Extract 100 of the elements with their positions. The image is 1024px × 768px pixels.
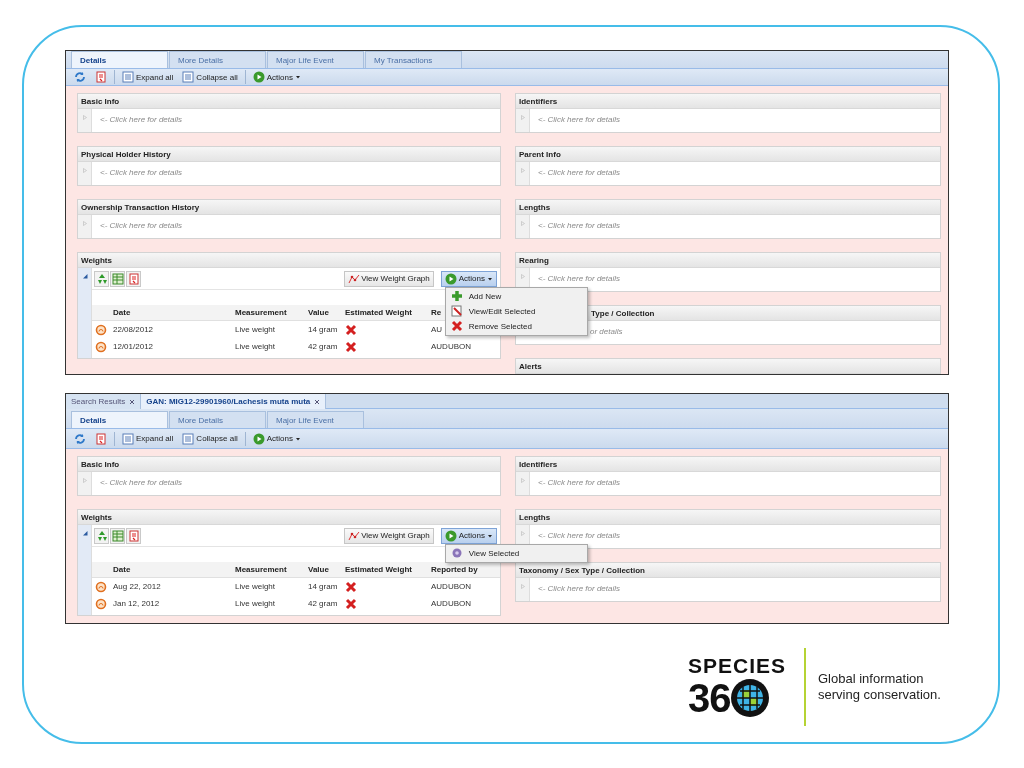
- actions-button[interactable]: Actions: [250, 430, 303, 447]
- details-hint[interactable]: <- Click here for details: [100, 168, 183, 177]
- table-cell: AUDUBON: [431, 342, 471, 351]
- spreadsheet-icon: [111, 272, 124, 285]
- export-button[interactable]: [110, 270, 125, 287]
- table-cell: 42 gram: [308, 599, 338, 608]
- expand-arrow-icon: [519, 530, 526, 537]
- expand-arrow-icon: [81, 477, 88, 484]
- refresh-icon: [74, 71, 86, 83]
- panel-title: Weights: [81, 512, 112, 522]
- recycle-icon: [95, 529, 108, 542]
- column-header[interactable]: Date: [110, 562, 232, 578]
- menu-item[interactable]: View Selected: [445, 545, 587, 561]
- pdf-icon: [95, 71, 107, 83]
- table-cell: 12/01/2012: [113, 342, 154, 351]
- record-icon: [95, 580, 107, 593]
- table-cell: AU: [431, 325, 443, 334]
- expand-all-button[interactable]: Expand all: [120, 430, 176, 447]
- expand-all-button[interactable]: Expand all: [120, 69, 176, 85]
- graph-button[interactable]: View Weight Graph: [344, 270, 434, 287]
- column-header[interactable]: Measurement: [232, 305, 305, 321]
- panel-title: Ownership Transaction History: [81, 202, 200, 212]
- list-icon: [182, 432, 195, 445]
- actions-button[interactable]: Actions: [250, 69, 303, 85]
- details-hint[interactable]: <- Click here for details: [538, 221, 621, 230]
- table-cell: Live weight: [235, 582, 276, 591]
- menu-item[interactable]: Add New: [445, 288, 587, 304]
- collapse-arrow-icon: [81, 273, 88, 279]
- recycle-icon: [95, 272, 108, 285]
- refresh-button[interactable]: [94, 270, 109, 287]
- pdf-button[interactable]: [93, 69, 109, 85]
- column-header[interactable]: Value: [305, 305, 342, 321]
- panel-title: Type / Collection: [591, 308, 655, 318]
- table-cell: 14 gram: [308, 325, 338, 334]
- close-icon: [314, 398, 321, 405]
- record-icon: [95, 323, 107, 336]
- column-header[interactable]: Estimated Weight: [342, 562, 428, 578]
- plus-icon: [450, 290, 463, 302]
- table-cell: 42 gram: [308, 342, 338, 351]
- globe-icon: [730, 678, 771, 718]
- panel-title: Lengths: [519, 512, 551, 522]
- export-button[interactable]: [110, 527, 125, 544]
- table-cell: Jan 12, 2012: [113, 599, 160, 608]
- tab[interactable]: My Transactions: [365, 51, 462, 68]
- gear-icon: [450, 547, 463, 559]
- details-hint[interactable]: <- Click here for details: [100, 115, 183, 124]
- caret-icon: [487, 275, 493, 282]
- menu-item[interactable]: View/Edit Selected: [445, 303, 587, 319]
- tab[interactable]: Details: [71, 51, 168, 68]
- details-hint[interactable]: or details: [590, 327, 623, 336]
- tab[interactable]: Details: [71, 411, 168, 428]
- details-hint[interactable]: <- Click here for details: [538, 115, 621, 124]
- menu-item[interactable]: Remove Selected: [445, 318, 587, 334]
- panel-title: Basic Info: [81, 96, 120, 106]
- pdf-button[interactable]: [126, 270, 141, 287]
- column-header[interactable]: Date: [110, 305, 232, 321]
- expand-icon: [122, 71, 134, 83]
- document-tab[interactable]: GAN: MIG12-29901960/Lachesis muta muta: [141, 394, 327, 409]
- column-header[interactable]: Estimated Weight: [342, 305, 428, 321]
- table-cell: AUDUBON: [431, 599, 471, 608]
- details-hint[interactable]: <- Click here for details: [538, 274, 621, 283]
- details-hint[interactable]: <- Click here for details: [538, 478, 621, 487]
- column-header[interactable]: Value: [305, 562, 342, 578]
- panel-title: Alerts: [519, 361, 542, 371]
- panel-title: Physical Holder History: [81, 149, 171, 159]
- table-cell: Aug 22, 2012: [113, 582, 161, 591]
- actions-button[interactable]: Actions: [440, 270, 497, 287]
- pdf-button[interactable]: [126, 527, 141, 544]
- tab[interactable]: More Details: [169, 51, 266, 68]
- panel-title: Rearing: [519, 255, 549, 265]
- details-hint[interactable]: <- Click here for details: [538, 584, 621, 593]
- collapse-all-button[interactable]: Collapse all: [180, 69, 240, 85]
- refresh-button[interactable]: [72, 69, 88, 85]
- table-cell: AUDUBON: [431, 582, 471, 591]
- panel-title: Identifiers: [519, 459, 558, 469]
- details-hint[interactable]: <- Click here for details: [100, 478, 183, 487]
- pdf-icon: [127, 529, 140, 542]
- details-hint[interactable]: <- Click here for details: [538, 168, 621, 177]
- panel-title: Weights: [81, 255, 112, 265]
- tab[interactable]: Major Life Event: [267, 51, 364, 68]
- tab[interactable]: Major Life Event: [267, 411, 364, 428]
- column-header[interactable]: Reported by: [428, 562, 500, 578]
- play-icon: [252, 432, 265, 445]
- column-header[interactable]: Measurement: [232, 562, 305, 578]
- spreadsheet-icon: [111, 529, 124, 542]
- table-cell: 14 gram: [308, 582, 338, 591]
- panel-title: Taxonomy / Sex Type / Collection: [519, 565, 645, 575]
- refresh-button[interactable]: [94, 527, 109, 544]
- expand-arrow-icon: [519, 273, 526, 280]
- tab[interactable]: More Details: [169, 411, 266, 428]
- details-hint[interactable]: <- Click here for details: [538, 531, 621, 540]
- actions-button[interactable]: Actions: [440, 527, 497, 544]
- collapse-all-button[interactable]: Collapse all: [180, 430, 240, 447]
- graph-button[interactable]: View Weight Graph: [344, 527, 434, 544]
- pdf-button[interactable]: [93, 430, 109, 447]
- expand-arrow-icon: [519, 583, 526, 590]
- details-hint[interactable]: <- Click here for details: [100, 221, 183, 230]
- play-icon: [444, 529, 457, 542]
- caret-icon: [294, 74, 301, 80]
- document-tab[interactable]: Search Results: [66, 394, 142, 409]
